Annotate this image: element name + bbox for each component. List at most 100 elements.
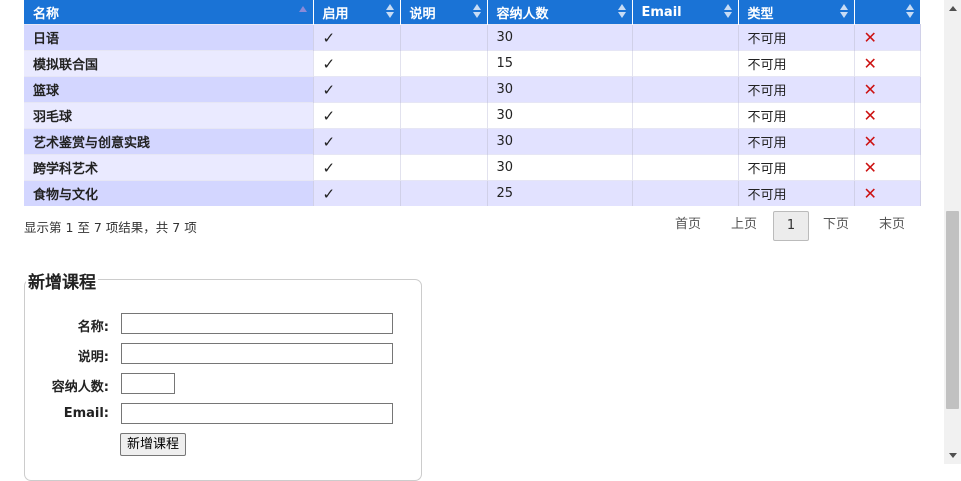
cell-type: 不可用 [738, 102, 855, 129]
sort-asc-icon [298, 4, 307, 20]
page-prev-button[interactable]: 上页 [718, 211, 770, 239]
page-next-button[interactable]: 下页 [810, 211, 862, 239]
cell-description [400, 154, 488, 181]
check-icon: ✓ [322, 28, 336, 47]
sort-icon [723, 4, 732, 20]
cell-type: 不可用 [738, 180, 855, 206]
name-input[interactable] [121, 313, 393, 334]
sort-icon [385, 4, 394, 20]
cell-email [632, 180, 739, 206]
course-table: 名称 启用 说明 容纳人数 Email 类型 日语 ✓ 30 不可用 ✕ 模拟联… [24, 0, 921, 206]
cell-capacity: 30 [487, 128, 633, 155]
scrollbar-thumb[interactable] [946, 211, 959, 409]
delete-icon[interactable]: ✕ [864, 54, 877, 73]
scroll-down-arrow-icon[interactable] [949, 453, 957, 458]
cell-description [400, 24, 488, 51]
cell-description [400, 102, 488, 129]
scroll-up-arrow-icon[interactable] [949, 6, 957, 11]
page-current-button[interactable]: 1 [773, 211, 809, 241]
column-header-type[interactable]: 类型 [738, 0, 855, 25]
column-header-capacity[interactable]: 容纳人数 [487, 0, 633, 25]
delete-icon[interactable]: ✕ [864, 132, 877, 151]
cell-type: 不可用 [738, 76, 855, 103]
table-row[interactable]: 篮球 ✓ 30 不可用 ✕ [24, 76, 921, 103]
header-label: 说明 [409, 6, 436, 22]
check-icon: ✓ [322, 158, 336, 177]
cell-description [400, 76, 488, 103]
column-header-name[interactable]: 名称 [24, 0, 314, 25]
description-label: 说明: [77, 350, 109, 365]
table-row[interactable]: 食物与文化 ✓ 25 不可用 ✕ [24, 180, 921, 206]
vertical-scrollbar[interactable] [944, 0, 961, 464]
cell-capacity: 30 [487, 76, 633, 103]
cell-email [632, 154, 739, 181]
table-row[interactable]: 模拟联合国 ✓ 15 不可用 ✕ [24, 50, 921, 77]
capacity-label: 容纳人数: [51, 380, 109, 395]
cell-email [632, 50, 739, 77]
table-row[interactable]: 艺术鉴赏与创意实践 ✓ 30 不可用 ✕ [24, 128, 921, 155]
add-course-button[interactable]: 新增课程 [120, 433, 187, 456]
cell-enabled: ✓ [313, 24, 401, 51]
cell-actions: ✕ [854, 180, 921, 206]
page-first-button[interactable]: 首页 [662, 211, 714, 239]
cell-capacity: 30 [487, 24, 633, 51]
cell-name: 篮球 [24, 76, 314, 103]
cell-actions: ✕ [854, 154, 921, 181]
column-header-actions[interactable] [854, 0, 920, 25]
page-last-button[interactable]: 末页 [866, 211, 918, 239]
cell-name: 艺术鉴赏与创意实践 [24, 128, 314, 155]
cell-enabled: ✓ [313, 76, 401, 103]
cell-type: 不可用 [738, 128, 855, 155]
capacity-input[interactable] [121, 373, 175, 394]
header-label: 名称 [33, 6, 60, 22]
header-label: 容纳人数 [496, 6, 549, 22]
check-icon: ✓ [322, 106, 336, 125]
table-row[interactable]: 跨学科艺术 ✓ 30 不可用 ✕ [24, 154, 921, 181]
cell-capacity: 15 [487, 50, 633, 77]
email-label: Email: [63, 406, 109, 421]
cell-capacity: 25 [487, 180, 633, 206]
cell-enabled: ✓ [313, 128, 401, 155]
check-icon: ✓ [322, 80, 336, 99]
cell-name: 日语 [24, 24, 314, 51]
table-row[interactable]: 羽毛球 ✓ 30 不可用 ✕ [24, 102, 921, 129]
delete-icon[interactable]: ✕ [864, 106, 877, 125]
cell-type: 不可用 [738, 50, 855, 77]
cell-description [400, 180, 488, 206]
check-icon: ✓ [322, 184, 336, 203]
cell-email [632, 76, 739, 103]
column-header-email[interactable]: Email [632, 0, 739, 25]
check-icon: ✓ [322, 54, 336, 73]
cell-actions: ✕ [854, 50, 921, 77]
header-label: 类型 [747, 6, 774, 22]
cell-enabled: ✓ [313, 154, 401, 181]
cell-enabled: ✓ [313, 50, 401, 77]
sort-icon [472, 4, 481, 20]
cell-type: 不可用 [738, 24, 855, 51]
cell-name: 羽毛球 [24, 102, 314, 129]
cell-name: 模拟联合国 [24, 50, 314, 77]
delete-icon[interactable]: ✕ [864, 158, 877, 177]
cell-email [632, 24, 739, 51]
delete-icon[interactable]: ✕ [864, 184, 877, 203]
cell-email [632, 128, 739, 155]
sort-icon [839, 4, 848, 20]
cell-actions: ✕ [854, 24, 921, 51]
cell-capacity: 30 [487, 154, 633, 181]
description-input[interactable] [121, 343, 393, 364]
cell-description [400, 50, 488, 77]
name-label: 名称: [77, 320, 109, 335]
table-header-row: 名称 启用 说明 容纳人数 Email 类型 [24, 0, 920, 25]
check-icon: ✓ [322, 132, 336, 151]
cell-actions: ✕ [854, 128, 921, 155]
add-course-legend: 新增课程 [26, 268, 98, 293]
header-label: 启用 [322, 6, 349, 22]
table-row[interactable]: 日语 ✓ 30 不可用 ✕ [24, 24, 921, 51]
column-header-enabled[interactable]: 启用 [313, 0, 401, 25]
cell-email [632, 102, 739, 129]
delete-icon[interactable]: ✕ [864, 28, 877, 47]
email-input[interactable] [121, 403, 393, 424]
column-header-description[interactable]: 说明 [400, 0, 488, 25]
cell-actions: ✕ [854, 102, 921, 129]
delete-icon[interactable]: ✕ [864, 80, 877, 99]
